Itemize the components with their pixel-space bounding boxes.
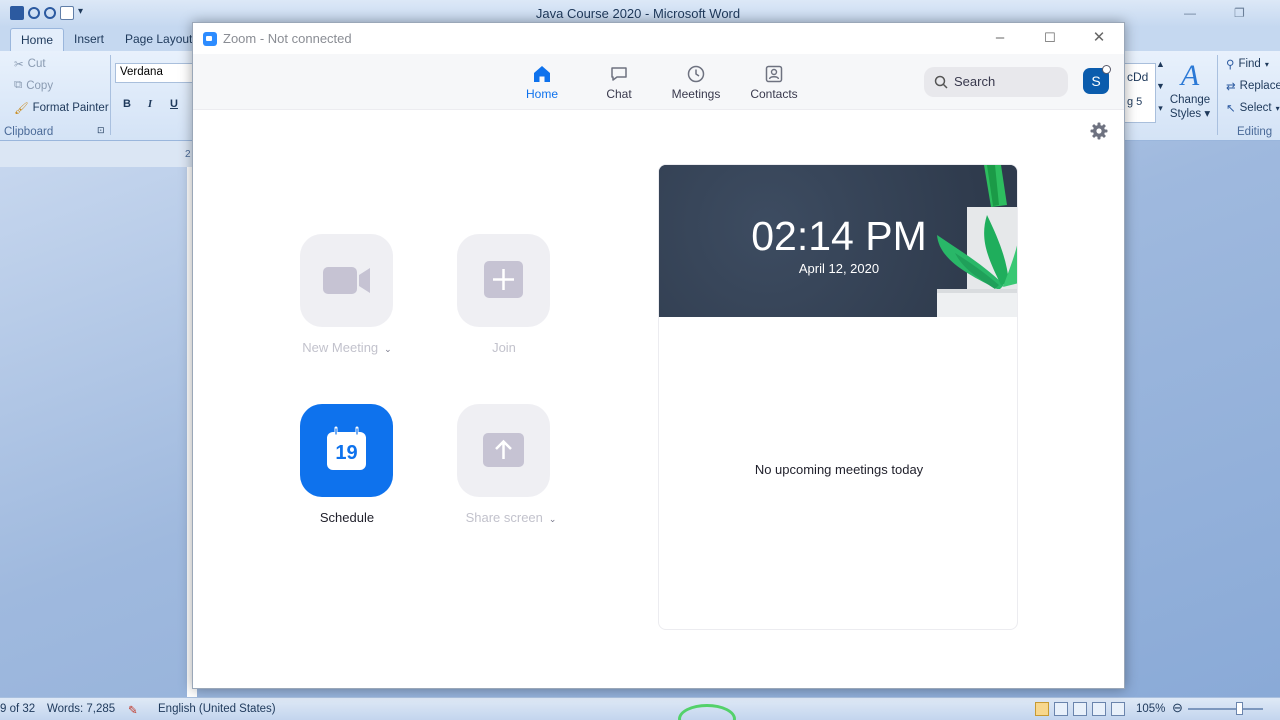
format-painter-button[interactable]: 🖌 Format Painter <box>14 101 109 115</box>
schedule-button[interactable]: 19 <box>300 404 393 497</box>
replace-icon: ⇄ <box>1226 81 1236 93</box>
search-label: Search <box>954 74 996 89</box>
chevron-down-icon[interactable]: ⌄ <box>549 514 557 524</box>
minimize-button[interactable]: – <box>990 28 1010 48</box>
zoom-slider-handle[interactable] <box>1236 702 1243 715</box>
gear-icon[interactable] <box>1090 122 1108 140</box>
find-button[interactable]: ⚲ Find ▾ <box>1226 57 1269 71</box>
tab-page-layout[interactable]: Page Layout <box>125 32 192 46</box>
chevron-down-icon[interactable]: ⌄ <box>384 344 392 354</box>
ruler-mark: 2 <box>185 149 191 160</box>
current-date: April 12, 2020 <box>798 261 880 276</box>
draft-view-icon[interactable] <box>1111 702 1125 716</box>
tab-meetings[interactable]: Meetings <box>661 64 731 101</box>
current-time: 02:14 PM <box>751 213 927 259</box>
styles-gallery[interactable]: cDd g 5 <box>1124 63 1156 123</box>
select-button[interactable]: ↖ Select ▾ <box>1226 101 1280 115</box>
outline-view-icon[interactable] <box>1092 702 1106 716</box>
more-icon[interactable]: ▾ <box>1158 103 1163 114</box>
chevron-up-icon[interactable]: ▲ <box>1156 59 1165 69</box>
word-status-bar: 9 of 32 Words: 7,285 ✎ English (United S… <box>0 697 1280 720</box>
maximize-button[interactable]: ☐ <box>1040 28 1060 48</box>
change-styles-button[interactable]: A Change Styles ▾ <box>1168 59 1212 121</box>
tab-chat[interactable]: Chat <box>584 64 654 101</box>
chat-icon <box>611 67 627 81</box>
tab-contacts[interactable]: Contacts <box>739 64 809 101</box>
search-icon <box>934 75 948 89</box>
upload-arrow-icon <box>483 433 524 467</box>
tab-label: Meetings <box>671 87 721 101</box>
video-camera-icon <box>323 267 370 294</box>
upcoming-meetings-card: 02:14 PM April 12, 2020 No upcoming meet… <box>658 164 1018 630</box>
word-minimize-button[interactable]: — <box>1184 6 1196 20</box>
tab-label: Chat <box>606 87 632 101</box>
print-layout-view-icon[interactable] <box>1035 702 1049 716</box>
contacts-icon <box>765 65 783 83</box>
calendar-day: 19 <box>335 442 358 464</box>
status-indicator <box>1102 65 1111 74</box>
styles-scroll[interactable]: ▲ ▼ ▾ <box>1156 59 1165 114</box>
new-meeting-button[interactable] <box>300 234 393 327</box>
binoculars-icon: ⚲ <box>1226 59 1235 71</box>
font-name-box[interactable]: Verdana <box>115 63 195 83</box>
new-meeting-label[interactable]: New Meeting ⌄ <box>277 340 417 355</box>
schedule-label[interactable]: Schedule <box>277 510 417 525</box>
share-screen-label[interactable]: Share screen ⌄ <box>441 510 581 525</box>
change-styles-icon: A <box>1180 59 1200 92</box>
clock-banner: 02:14 PM April 12, 2020 <box>659 165 1017 317</box>
zoom-window: Zoom - Not connected – ☐ ✕ Home Chat Mee… <box>192 22 1125 689</box>
ribbon-separator <box>110 55 111 135</box>
zoom-slider[interactable] <box>1188 708 1263 710</box>
word-count[interactable]: Words: 7,285 <box>47 703 115 715</box>
tab-label: Home <box>525 87 558 101</box>
ruler: 2 <box>0 141 192 167</box>
zoom-titlebar: Zoom - Not connected – ☐ ✕ <box>193 23 1124 54</box>
replace-button[interactable]: ⇄ Replace <box>1226 79 1280 93</box>
underline-button[interactable]: U <box>165 95 183 113</box>
zoom-window-title: Zoom - Not connected <box>223 31 352 46</box>
page-count[interactable]: 9 of 32 <box>0 703 35 715</box>
cut-button[interactable]: ✂ Cut <box>14 57 46 71</box>
style-preview: cDd <box>1127 70 1149 84</box>
zoom-out-icon[interactable]: ⊖ <box>1172 700 1183 716</box>
tab-home[interactable]: Home <box>507 64 577 101</box>
zoom-level[interactable]: 105% <box>1136 703 1165 715</box>
zoom-logo-icon <box>203 32 217 46</box>
join-button[interactable] <box>457 234 550 327</box>
no-meetings-message: No upcoming meetings today <box>754 462 924 477</box>
bold-button[interactable]: B <box>118 95 136 113</box>
full-screen-view-icon[interactable] <box>1054 702 1068 716</box>
word-window-title: Java Course 2020 - Microsoft Word <box>535 6 741 21</box>
scissors-icon: ✂ <box>14 59 24 71</box>
tab-label: Contacts <box>750 87 798 101</box>
copy-icon: ⧉ <box>14 79 23 91</box>
search-box[interactable]: Search <box>924 67 1068 97</box>
italic-button[interactable]: I <box>141 95 159 113</box>
copy-button[interactable]: ⧉ Copy <box>14 79 53 92</box>
word-restore-button[interactable]: ❐ <box>1234 6 1245 20</box>
brush-icon: 🖌 <box>14 103 29 115</box>
tab-home[interactable]: Home <box>10 28 65 51</box>
ribbon-separator <box>1217 55 1218 135</box>
chevron-down-icon[interactable]: ▼ <box>1156 81 1165 91</box>
dialog-launcher-icon[interactable]: ⊡ <box>97 125 105 136</box>
tab-insert[interactable]: Insert <box>74 32 104 46</box>
style-heading-label: g 5 <box>1127 96 1143 108</box>
close-button[interactable]: ✕ <box>1089 28 1109 48</box>
clipboard-group-label: Clipboard <box>4 126 54 138</box>
cursor-icon: ↖ <box>1226 103 1236 115</box>
proofing-icon[interactable]: ✎ <box>128 703 138 717</box>
editing-group-label: Editing <box>1237 126 1273 138</box>
plus-icon <box>484 261 523 298</box>
clock-icon <box>687 65 705 83</box>
home-icon <box>534 66 550 82</box>
zoom-top-nav: Home Chat Meetings Contacts Search S <box>193 54 1124 110</box>
join-label[interactable]: Join <box>434 340 574 355</box>
share-screen-button[interactable] <box>457 404 550 497</box>
web-layout-view-icon[interactable] <box>1073 702 1087 716</box>
language-indicator[interactable]: English (United States) <box>158 703 276 715</box>
